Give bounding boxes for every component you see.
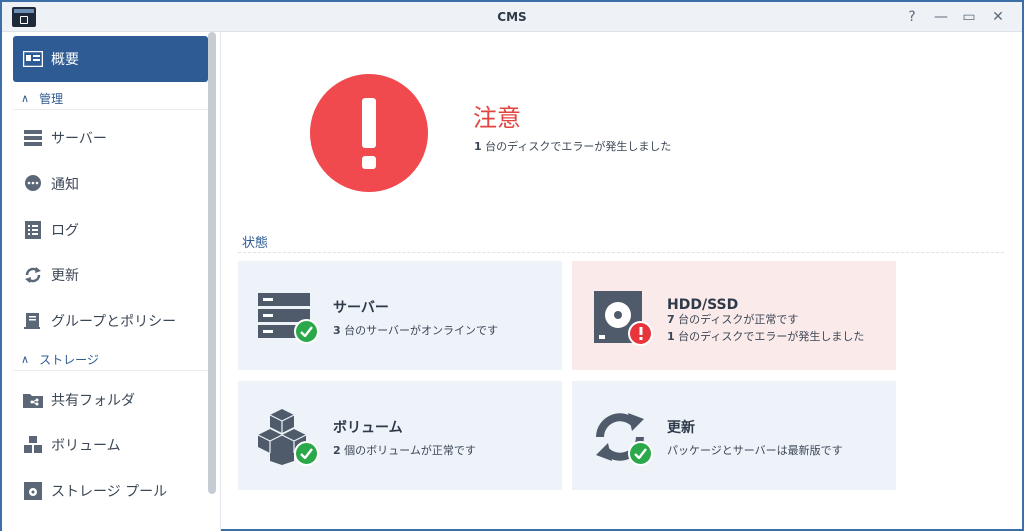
section-management[interactable]: ∧ 管理 [13,88,208,110]
card-title: サーバー [333,300,389,316]
sidebar-item-volume[interactable]: ボリューム [13,422,208,468]
card-count: 1 [667,330,675,343]
status-card-update[interactable]: 更新 パッケージとサーバーは最新版です [572,381,896,490]
group-policy-icon [23,311,43,331]
main-content: 注意 1 台のディスクでエラーが発生しました 状態 サーバー 3 台のサーバーが… [222,32,1022,531]
help-button[interactable]: ? [902,7,922,27]
sidebar-item-label: 通知 [51,177,79,193]
card-text: 個のボリュームが正常です [340,444,476,457]
card-title: 更新 [667,420,695,436]
sidebar-item-log[interactable]: ログ [13,207,208,253]
sidebar-item-label: ログ [51,223,79,239]
card-count: 7 [667,313,675,326]
sidebar-item-label: 概要 [51,52,79,68]
status-card-hdd-ssd[interactable]: HDD/SSD 7 台のディスクが正常です 1 台のディスクでエラーが発生しまし… [572,261,896,370]
overview-card-icon [23,49,43,69]
section-storage[interactable]: ∧ ストレージ [13,349,208,371]
sidebar-scrollbar[interactable] [208,32,216,494]
title-bar: CMS ? — ▭ ✕ [2,2,1022,32]
sidebar-item-overview[interactable]: 概要 [13,36,208,82]
alert-message-text: 台のディスクでエラーが発生しました [481,140,672,153]
card-line: 1 台のディスクでエラーが発生しました [667,328,864,345]
status-card-volume[interactable]: ボリューム 2 個のボリュームが正常です [238,381,562,490]
error-badge-icon [628,321,653,346]
card-text: パッケージとサーバーは最新版です [667,444,843,457]
maximize-button[interactable]: ▭ [959,7,979,27]
sidebar-item-group-policy[interactable]: グループとポリシー [13,298,208,344]
sidebar-item-label: ボリューム [51,438,121,454]
section-label: ストレージ [39,353,99,367]
status-card-server[interactable]: サーバー 3 台のサーバーがオンラインです [238,261,562,370]
chevron-up-icon: ∧ [21,92,30,105]
alert-exclamation-icon [310,74,428,192]
sidebar-item-update[interactable]: 更新 [13,252,208,298]
hard-disk-icon [592,289,654,346]
card-title: ボリューム [333,420,403,436]
chat-bubble-icon [23,174,43,194]
check-icon [294,319,319,344]
card-text: 台のディスクが正常です [674,313,799,326]
card-status-text: 3 台のサーバーがオンラインです [333,322,498,339]
close-button[interactable]: ✕ [988,7,1008,27]
sidebar-item-label: ストレージ プール [51,484,168,500]
refresh-icon [592,409,654,466]
section-label: 管理 [39,92,64,106]
server-icon [258,289,320,345]
card-status-text: 7 台のディスクが正常です 1 台のディスクでエラーが発生しました [667,311,864,345]
volume-cubes-icon [23,435,43,455]
window-title: CMS [497,10,527,24]
sidebar-item-shared-folder[interactable]: 共有フォルダ [13,377,208,423]
card-count: 2 [333,444,341,457]
refresh-icon [23,265,43,285]
alert-message: 1 台のディスクでエラーが発生しました [474,138,671,154]
shared-folder-icon [23,390,43,410]
server-icon [23,128,43,148]
alert-count: 1 [474,140,482,153]
sidebar-item-label: 共有フォルダ [51,393,135,409]
minimize-button[interactable]: — [931,7,951,27]
chevron-up-icon: ∧ [21,353,30,366]
card-status-text: 2 個のボリュームが正常です [333,442,476,459]
sidebar-item-label: グループとポリシー [51,314,177,330]
card-line: 7 台のディスクが正常です [667,311,864,328]
sidebar: 概要 ∧ 管理 サーバー 通知 ログ 更新 グループとポリシー ∧ ストレージ … [2,32,221,531]
alert-title: 注意 [473,104,521,132]
sidebar-item-label: サーバー [51,131,107,147]
sidebar-item-label: 更新 [51,268,79,284]
card-status-text: パッケージとサーバーは最新版です [667,442,843,459]
status-heading: 状態 [242,236,269,251]
cms-window: CMS ? — ▭ ✕ 概要 ∧ 管理 サーバー 通知 ログ 更新 グループとポ… [0,0,1024,531]
card-text: 台のディスクでエラーが発生しました [674,330,865,343]
status-divider [238,252,1004,253]
volume-cubes-icon [257,409,320,466]
storage-pool-icon [23,481,43,501]
check-icon [628,441,653,466]
sidebar-item-notification[interactable]: 通知 [13,161,208,207]
card-text: 台のサーバーがオンラインです [340,324,499,337]
card-count: 3 [333,324,341,337]
check-icon [294,441,319,466]
log-list-icon [23,220,43,240]
sidebar-item-storage-pool[interactable]: ストレージ プール [13,468,208,514]
sidebar-item-server[interactable]: サーバー [13,115,208,161]
